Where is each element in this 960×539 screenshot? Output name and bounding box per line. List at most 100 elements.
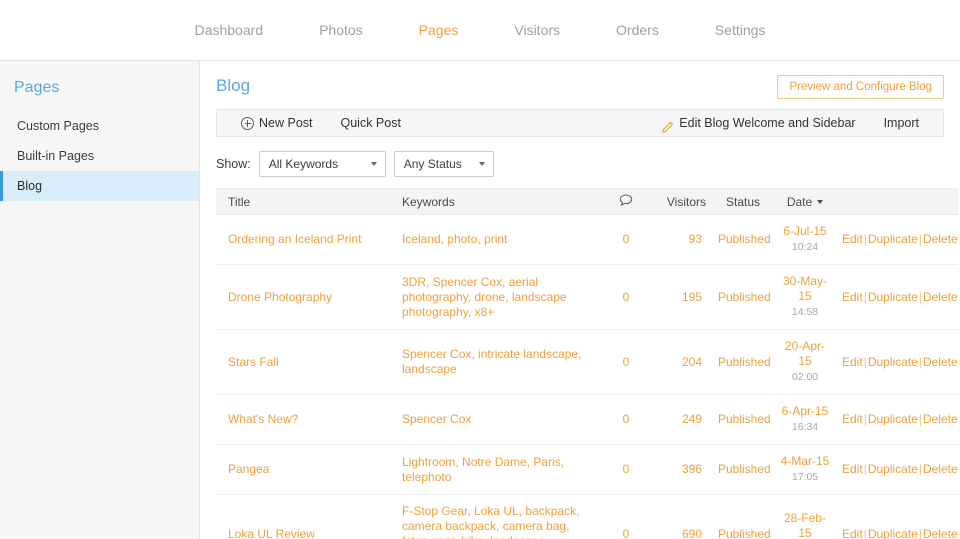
- cell-date: 20-Apr-15 02:00: [774, 329, 836, 395]
- cell-time-value: 14:58: [791, 306, 819, 318]
- nav-item-visitors[interactable]: Visitors: [486, 0, 588, 61]
- chevron-down-icon: [478, 162, 485, 166]
- table-row[interactable]: Drone Photography 3DR, Spencer Cox, aeri…: [216, 264, 958, 330]
- nav-item-photos[interactable]: Photos: [291, 0, 391, 61]
- column-header-date[interactable]: Date: [774, 188, 836, 215]
- quick-post-button[interactable]: Quick Post: [327, 110, 415, 136]
- cell-date-value: 30-May-15: [782, 274, 827, 303]
- cell-title[interactable]: Drone Photography: [216, 264, 396, 330]
- cell-date-value: 28-Feb-15: [783, 511, 827, 539]
- cell-date-value: 6-Apr-15: [781, 404, 829, 418]
- chevron-down-icon: [370, 162, 377, 166]
- edit-link[interactable]: Edit: [842, 290, 863, 304]
- cell-title[interactable]: Loka UL Review: [216, 494, 396, 539]
- column-header-actions: [836, 188, 958, 215]
- column-header-date-label: Date: [786, 194, 813, 209]
- table-row[interactable]: Ordering an Iceland Print Iceland, photo…: [216, 214, 958, 265]
- status-filter-select[interactable]: Any Status: [393, 151, 494, 177]
- cell-title[interactable]: What's New?: [216, 394, 396, 445]
- cell-title[interactable]: Ordering an Iceland Print: [216, 214, 396, 265]
- edit-blog-welcome-and-sidebar-button[interactable]: Edit Blog Welcome and Sidebar: [647, 110, 869, 136]
- column-header-visitors[interactable]: Visitors: [654, 188, 712, 215]
- table-row[interactable]: Stars Fall Spencer Cox, intricate landsc…: [216, 329, 958, 395]
- cell-time-value: 02:00: [791, 371, 819, 383]
- column-header-comments[interactable]: [598, 188, 654, 215]
- cell-status: Published: [712, 394, 774, 445]
- table-row[interactable]: Loka UL Review F-Stop Gear, Loka UL, bac…: [216, 494, 958, 539]
- cell-time-value: 17:05: [791, 471, 819, 483]
- cell-actions: Edit|Duplicate|Delete: [836, 394, 958, 445]
- cell-comments: 0: [598, 444, 654, 495]
- cell-date: 6-Apr-15 16:34: [774, 394, 836, 445]
- cell-keywords[interactable]: Spencer Cox: [396, 394, 598, 445]
- table-row[interactable]: What's New? Spencer Cox 0 249 Published …: [216, 394, 958, 445]
- cell-visitors: 690: [654, 494, 712, 539]
- cell-keywords[interactable]: F-Stop Gear, Loka UL, backpack, camera b…: [396, 494, 598, 539]
- cell-date-value: 20-Apr-15: [784, 339, 825, 368]
- duplicate-link[interactable]: Duplicate: [868, 290, 918, 304]
- keywords-filter-select[interactable]: All Keywords: [258, 151, 386, 177]
- delete-link[interactable]: Delete: [923, 355, 958, 369]
- delete-link[interactable]: Delete: [923, 527, 958, 539]
- new-post-button[interactable]: New Post: [227, 110, 327, 136]
- table-row[interactable]: Pangea Lightroom, Notre Dame, Paris, tel…: [216, 444, 958, 495]
- edit-link[interactable]: Edit: [842, 527, 863, 539]
- nav-item-dashboard[interactable]: Dashboard: [167, 0, 292, 61]
- edit-link[interactable]: Edit: [842, 232, 863, 246]
- duplicate-link[interactable]: Duplicate: [868, 232, 918, 246]
- cell-keywords[interactable]: Iceland, photo, print: [396, 214, 598, 265]
- show-label: Show:: [216, 157, 251, 171]
- duplicate-link[interactable]: Duplicate: [868, 355, 918, 369]
- preview-and-configure-blog-button[interactable]: Preview and Configure Blog: [777, 75, 944, 99]
- nav-item-pages[interactable]: Pages: [391, 0, 487, 61]
- top-navigation: Dashboard Photos Pages Visitors Orders S…: [0, 0, 960, 61]
- sidebar-title: Pages: [14, 79, 60, 96]
- cell-comments: 0: [598, 494, 654, 539]
- body-split: Pages Custom Pages Built-in Pages Blog B…: [0, 61, 960, 539]
- cell-visitors: 249: [654, 394, 712, 445]
- cell-date-value: 6-Jul-15: [783, 224, 827, 238]
- cell-keywords[interactable]: Lightroom, Notre Dame, Paris, telephoto: [396, 444, 598, 495]
- nav-item-orders[interactable]: Orders: [588, 0, 687, 61]
- delete-link[interactable]: Delete: [923, 462, 958, 476]
- cell-status: Published: [712, 264, 774, 330]
- import-button[interactable]: Import: [870, 110, 933, 136]
- keywords-filter-value: All Keywords: [268, 157, 339, 171]
- cell-title[interactable]: Stars Fall: [216, 329, 396, 395]
- column-header-title[interactable]: Title: [216, 188, 396, 215]
- page-title: Blog: [216, 76, 251, 95]
- filter-bar: Show: All Keywords Any Status: [216, 151, 944, 177]
- main-header: Blog Preview and Configure Blog: [216, 75, 944, 109]
- main-content: Blog Preview and Configure Blog New Post…: [200, 61, 960, 539]
- duplicate-link[interactable]: Duplicate: [868, 462, 918, 476]
- sidebar-item-blog[interactable]: Blog: [0, 171, 199, 201]
- table-body: Ordering an Iceland Print Iceland, photo…: [216, 214, 958, 539]
- cell-date: 6-Jul-15 10:24: [774, 214, 836, 265]
- sidebar-item-custom-pages[interactable]: Custom Pages: [0, 111, 199, 141]
- edit-link[interactable]: Edit: [842, 462, 863, 476]
- column-header-keywords[interactable]: Keywords: [396, 188, 598, 215]
- cell-status: Published: [712, 214, 774, 265]
- duplicate-link[interactable]: Duplicate: [868, 527, 918, 539]
- status-filter-value: Any Status: [403, 157, 462, 171]
- edit-link[interactable]: Edit: [842, 355, 863, 369]
- sidebar: Pages Custom Pages Built-in Pages Blog: [0, 61, 200, 539]
- action-toolbar: New Post Quick Post Edit Blog Welcome an…: [216, 109, 944, 137]
- sidebar-item-built-in-pages[interactable]: Built-in Pages: [0, 141, 199, 171]
- delete-link[interactable]: Delete: [923, 290, 958, 304]
- cell-visitors: 93: [654, 214, 712, 265]
- cell-keywords[interactable]: 3DR, Spencer Cox, aerial photography, dr…: [396, 264, 598, 330]
- cell-time-value: 16:34: [791, 421, 819, 433]
- cell-title[interactable]: Pangea: [216, 444, 396, 495]
- delete-link[interactable]: Delete: [923, 412, 958, 426]
- cell-keywords[interactable]: Spencer Cox, intricate landscape, landsc…: [396, 329, 598, 395]
- delete-link[interactable]: Delete: [923, 232, 958, 246]
- column-header-status[interactable]: Status: [712, 188, 774, 215]
- nav-item-settings[interactable]: Settings: [687, 0, 794, 61]
- cell-date: 30-May-15 14:58: [774, 264, 836, 330]
- cell-actions: Edit|Duplicate|Delete: [836, 494, 958, 539]
- edit-link[interactable]: Edit: [842, 412, 863, 426]
- cell-actions: Edit|Duplicate|Delete: [836, 264, 958, 330]
- duplicate-link[interactable]: Duplicate: [868, 412, 918, 426]
- cell-date: 28-Feb-15 22:40: [774, 494, 836, 539]
